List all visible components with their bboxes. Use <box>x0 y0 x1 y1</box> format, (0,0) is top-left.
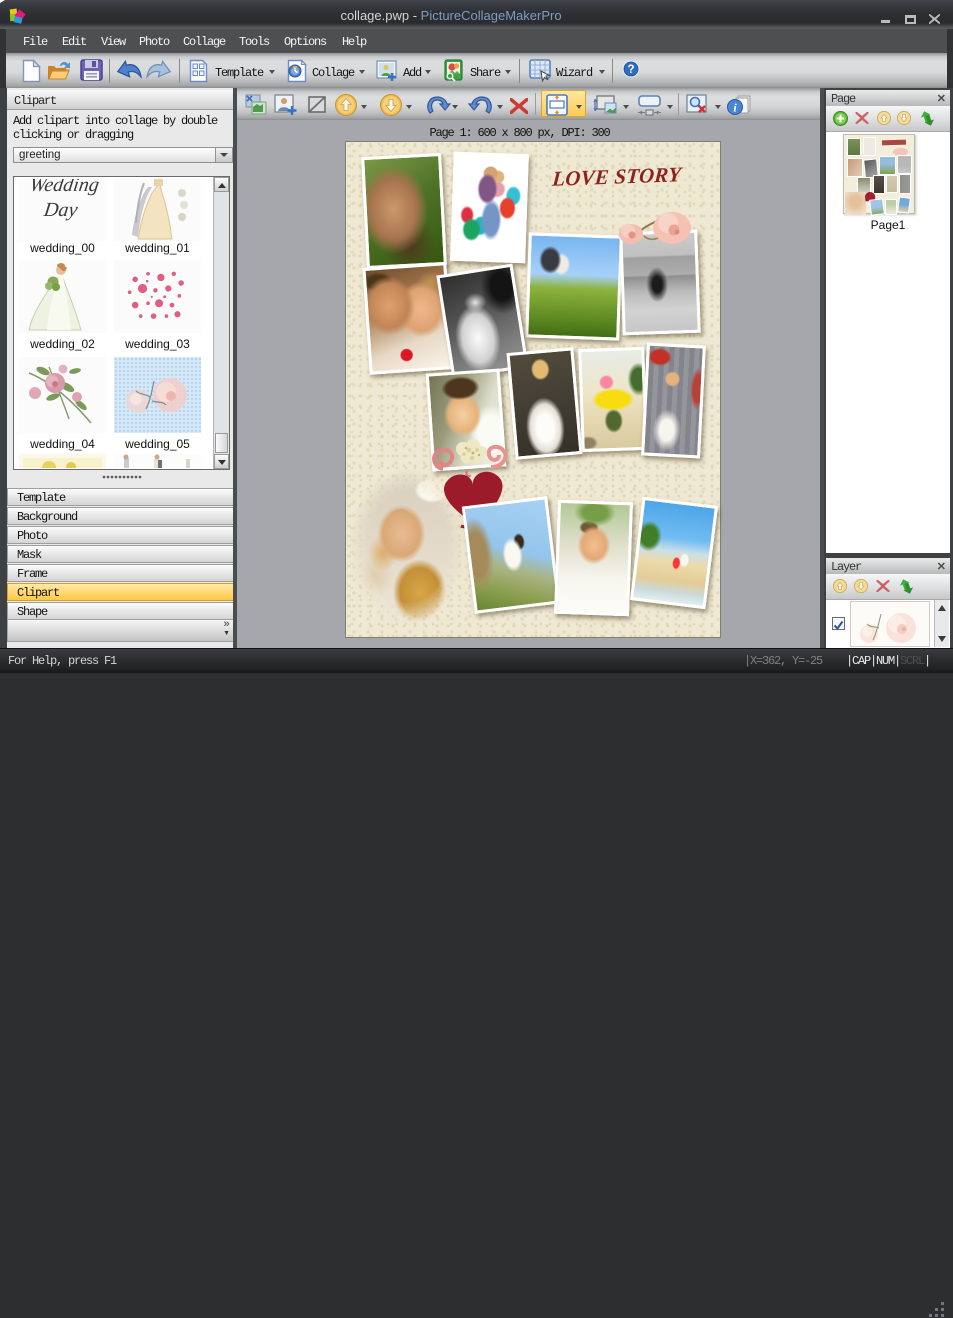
svg-text:?: ? <box>627 64 634 76</box>
